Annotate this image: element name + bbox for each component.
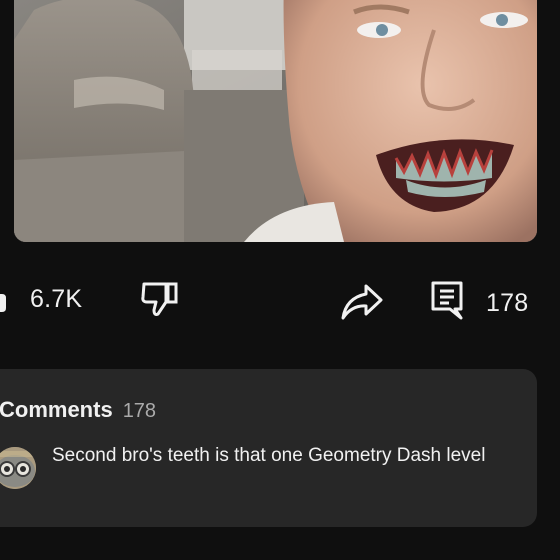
comments-header: Comments 178: [0, 397, 156, 423]
comments-panel[interactable]: Comments 178 Second bro's teeth is that …: [0, 369, 537, 527]
comment-icon: [430, 280, 464, 327]
share-button[interactable]: [340, 282, 384, 327]
dislike-button[interactable]: [140, 280, 180, 323]
video-frame-image: [14, 0, 537, 242]
thumbs-up-icon: [0, 282, 8, 317]
thumbs-down-icon: [140, 280, 180, 323]
share-icon: [340, 282, 384, 327]
avatar[interactable]: [0, 447, 36, 489]
top-comment-text: Second bro's teeth is that one Geometry …: [52, 445, 486, 466]
comment-count: 178: [486, 289, 529, 317]
comments-title: Comments: [0, 397, 113, 422]
like-button[interactable]: 6.7K: [0, 282, 82, 317]
video-actions-bar: 6.7K 178: [0, 274, 560, 326]
comments-button[interactable]: 178: [430, 280, 528, 327]
like-count: 6.7K: [30, 285, 83, 313]
video-watch-page: 6.7K 178 Comments 178 Second bro's teeth…: [0, 0, 560, 560]
video-player[interactable]: [14, 0, 537, 242]
comments-count: 178: [122, 400, 157, 422]
